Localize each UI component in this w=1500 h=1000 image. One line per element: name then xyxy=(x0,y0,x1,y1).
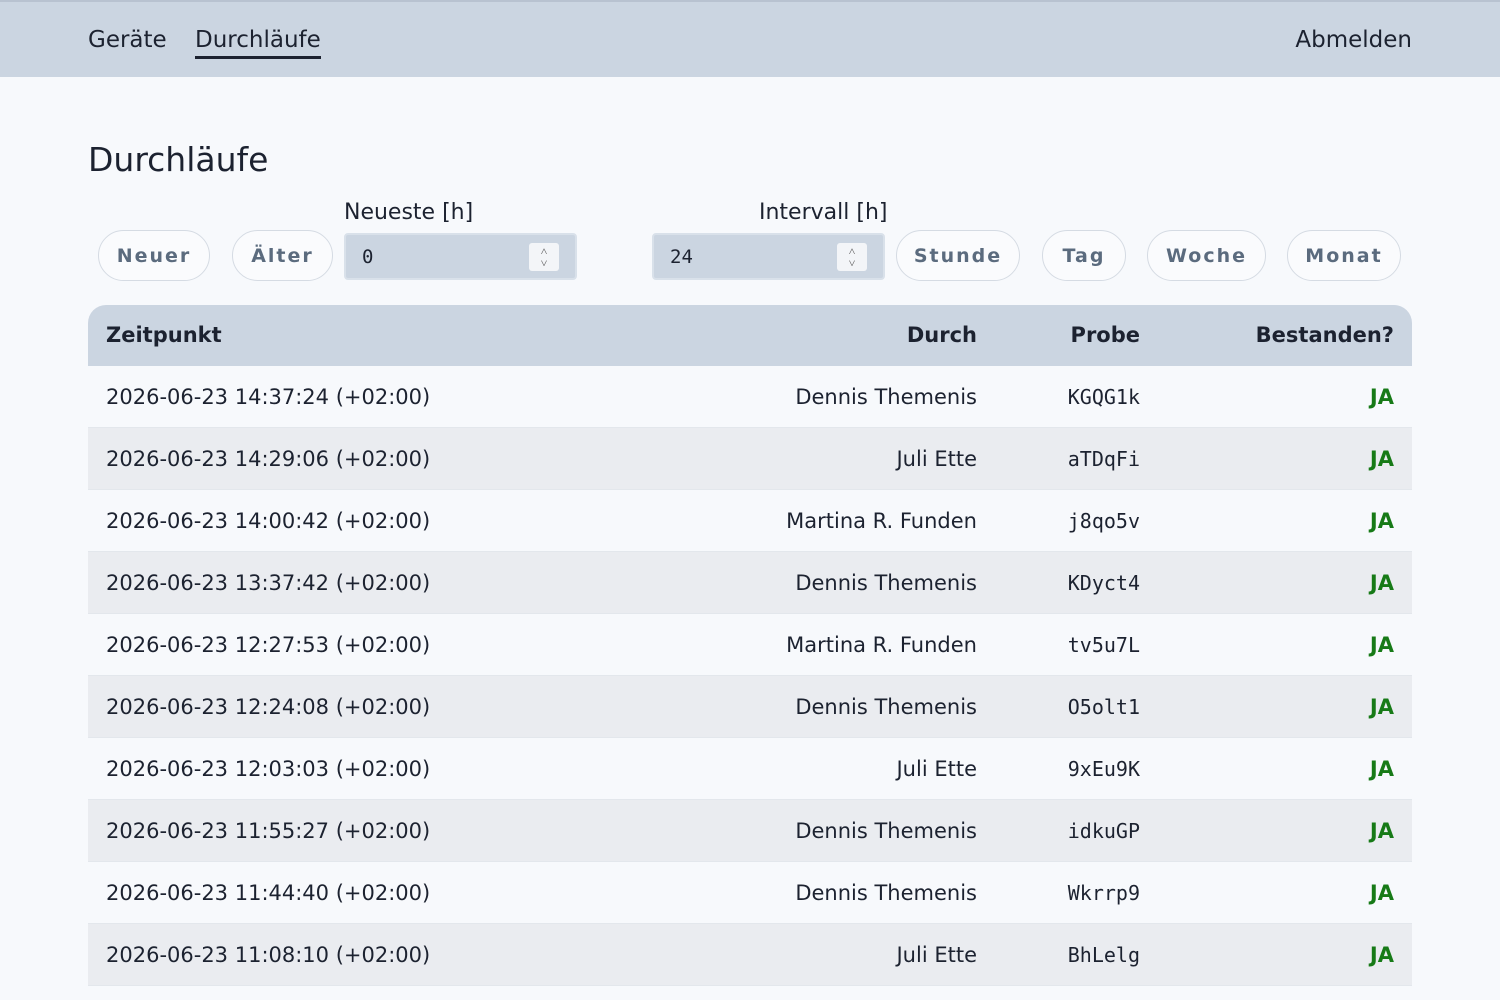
cell-probe: idkuGP xyxy=(1067,819,1140,843)
table-row[interactable]: 2026-06-23 12:27:53 (+02:00) Martina R. F… xyxy=(88,614,1412,676)
cell-zeitpunkt: 2026-06-23 11:55:27 (+02:00) xyxy=(106,819,431,843)
cell-probe: KDyct4 xyxy=(1067,571,1140,595)
cell-probe: O5olt1 xyxy=(1067,695,1140,719)
cell-durch: Dennis Themenis xyxy=(795,819,977,843)
logout-link[interactable]: Abmelden xyxy=(1295,24,1412,56)
neueste-spinner[interactable]: ˄ ˅ xyxy=(529,243,559,271)
nav-link-geraete[interactable]: Geräte xyxy=(88,24,167,56)
cell-zeitpunkt: 2026-06-23 12:03:03 (+02:00) xyxy=(106,757,431,781)
older-button[interactable]: Älter xyxy=(232,230,333,281)
cell-zeitpunkt: 2026-06-23 11:08:10 (+02:00) xyxy=(106,943,431,967)
table-row[interactable]: 2026-06-23 11:55:27 (+02:00) Dennis Theme… xyxy=(88,800,1412,862)
cell-probe: Wkrrp9 xyxy=(1067,881,1140,905)
table-header: Zeitpunkt Durch Probe Bestanden? xyxy=(88,305,1412,366)
cell-probe: j8qo5v xyxy=(1067,509,1140,533)
cell-durch: Juli Ette xyxy=(896,943,977,967)
page-title: Durchläufe xyxy=(88,140,269,179)
cell-zeitpunkt: 2026-06-23 12:24:08 (+02:00) xyxy=(106,695,431,719)
header-durch: Durch xyxy=(906,323,977,347)
table-row[interactable]: 2026-06-23 14:37:24 (+02:00) Dennis Theme… xyxy=(88,366,1412,428)
cell-bestanden: JA xyxy=(1369,757,1394,781)
cell-zeitpunkt: 2026-06-23 14:00:42 (+02:00) xyxy=(106,509,431,533)
day-button[interactable]: Tag xyxy=(1042,230,1126,281)
cell-zeitpunkt: 2026-06-23 14:29:06 (+02:00) xyxy=(106,447,431,471)
cell-probe: BhLelg xyxy=(1067,943,1140,967)
table-row[interactable]: 2026-06-23 11:08:10 (+02:00) Juli Ette BhL… xyxy=(88,924,1412,986)
cell-probe: KGQG1k xyxy=(1067,385,1140,409)
chevron-down-icon[interactable]: ˅ xyxy=(541,257,548,269)
header-bestanden: Bestanden? xyxy=(1255,323,1394,347)
table-row[interactable]: 2026-06-23 13:37:42 (+02:00) Dennis Theme… xyxy=(88,552,1412,614)
table-body: 2026-06-23 14:37:24 (+02:00) Dennis Theme… xyxy=(88,366,1412,986)
cell-bestanden: JA xyxy=(1369,633,1394,657)
table-row[interactable]: 2026-06-23 11:44:40 (+02:00) Dennis Theme… xyxy=(88,862,1412,924)
neueste-input[interactable]: 0 ˄ ˅ xyxy=(344,233,577,280)
cell-bestanden: JA xyxy=(1369,509,1394,533)
neueste-value: 0 xyxy=(362,245,374,268)
cell-bestanden: JA xyxy=(1369,571,1394,595)
cell-bestanden: JA xyxy=(1369,447,1394,471)
cell-durch: Martina R. Funden xyxy=(786,633,977,657)
table-row[interactable]: 2026-06-23 12:24:08 (+02:00) Dennis Theme… xyxy=(88,676,1412,738)
table-row[interactable]: 2026-06-23 12:03:03 (+02:00) Juli Ette 9xE… xyxy=(88,738,1412,800)
cell-zeitpunkt: 2026-06-23 14:37:24 (+02:00) xyxy=(106,385,431,409)
header-probe: Probe xyxy=(1070,323,1140,347)
newer-button[interactable]: Neuer xyxy=(98,230,210,281)
week-button[interactable]: Woche xyxy=(1147,230,1266,281)
cell-bestanden: JA xyxy=(1369,819,1394,843)
cell-probe: aTDqFi xyxy=(1067,447,1140,471)
intervall-value: 24 xyxy=(670,245,693,268)
cell-bestanden: JA xyxy=(1369,881,1394,905)
cell-durch: Dennis Themenis xyxy=(795,695,977,719)
cell-probe: 9xEu9K xyxy=(1067,757,1140,781)
cell-bestanden: JA xyxy=(1369,385,1394,409)
runs-table: Zeitpunkt Durch Probe Bestanden? 2026-06… xyxy=(88,305,1412,986)
hour-button[interactable]: Stunde xyxy=(896,230,1020,281)
cell-bestanden: JA xyxy=(1369,695,1394,719)
chevron-down-icon[interactable]: ˅ xyxy=(849,257,856,269)
cell-durch: Dennis Themenis xyxy=(795,385,977,409)
header-zeitpunkt: Zeitpunkt xyxy=(106,323,222,347)
month-button[interactable]: Monat xyxy=(1287,230,1401,281)
cell-durch: Juli Ette xyxy=(896,447,977,471)
cell-zeitpunkt: 2026-06-23 12:27:53 (+02:00) xyxy=(106,633,431,657)
table-row[interactable]: 2026-06-23 14:00:42 (+02:00) Martina R. F… xyxy=(88,490,1412,552)
cell-bestanden: JA xyxy=(1369,943,1394,967)
intervall-label: Intervall [h] xyxy=(759,200,888,225)
cell-durch: Juli Ette xyxy=(896,757,977,781)
cell-durch: Dennis Themenis xyxy=(795,881,977,905)
cell-durch: Martina R. Funden xyxy=(786,509,977,533)
cell-zeitpunkt: 2026-06-23 13:37:42 (+02:00) xyxy=(106,571,431,595)
cell-zeitpunkt: 2026-06-23 11:44:40 (+02:00) xyxy=(106,881,431,905)
top-navigation-bar: Geräte Durchläufe Abmelden xyxy=(0,0,1500,77)
cell-probe: tv5u7L xyxy=(1067,633,1140,657)
table-row[interactable]: 2026-06-23 14:29:06 (+02:00) Juli Ette aTD… xyxy=(88,428,1412,490)
nav-link-durchlaeufe[interactable]: Durchläufe xyxy=(195,24,321,59)
cell-durch: Dennis Themenis xyxy=(795,571,977,595)
intervall-spinner[interactable]: ˄ ˅ xyxy=(837,243,867,271)
neueste-label: Neueste [h] xyxy=(344,200,474,225)
intervall-input[interactable]: 24 ˄ ˅ xyxy=(652,233,885,280)
